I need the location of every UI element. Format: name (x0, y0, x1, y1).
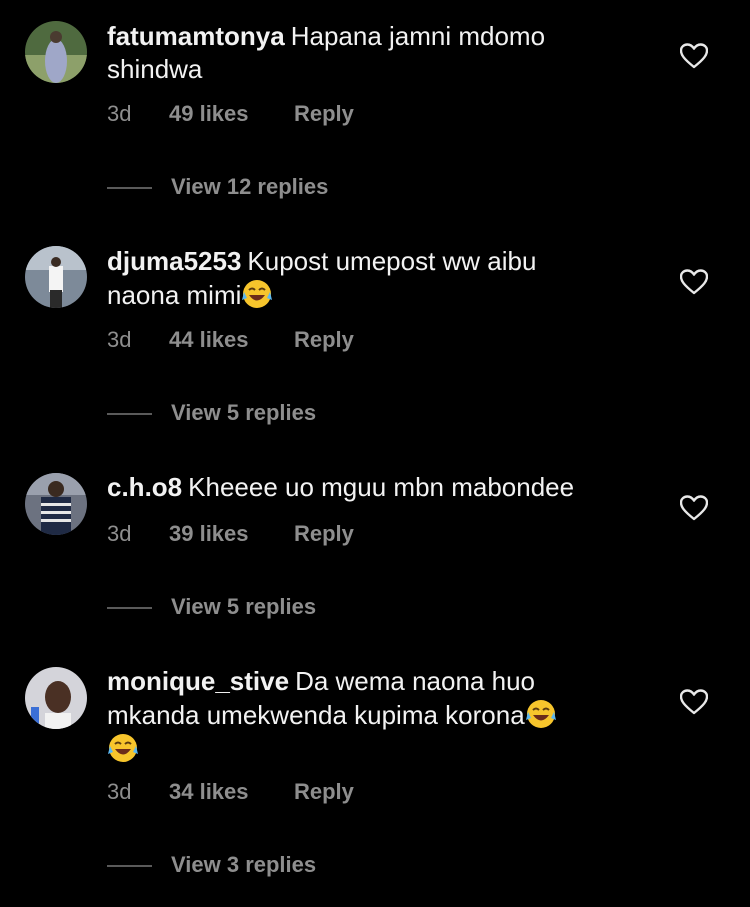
reply-button[interactable]: Reply (294, 327, 354, 353)
reply-button[interactable]: Reply (294, 521, 354, 547)
comment-likes[interactable]: 34 likes (169, 779, 294, 805)
laughing-emoji-icon (525, 700, 556, 728)
view-replies-label: View 12 replies (171, 174, 329, 199)
reply-button[interactable]: Reply (294, 101, 354, 127)
replies-divider (107, 607, 152, 610)
reply-button[interactable]: Reply (294, 779, 354, 805)
view-replies-button[interactable]: View 12 replies (107, 174, 328, 200)
comment-username[interactable]: monique_stive (107, 666, 289, 696)
avatar[interactable] (25, 473, 87, 535)
comment-body: Kheeee uo mguu mbn mabondee (188, 472, 575, 502)
heart-icon[interactable] (680, 689, 708, 715)
comment-meta: 3d 39 likes Reply (107, 521, 354, 547)
view-replies-button[interactable]: View 5 replies (107, 400, 316, 426)
laughing-emoji-icon (242, 280, 273, 308)
avatar[interactable] (25, 21, 87, 83)
comment-text: c.h.o8 Kheeee uo mguu mbn mabondee (107, 471, 607, 504)
comment-username[interactable]: fatumamtonya (107, 21, 285, 51)
comment-meta: 3d 44 likes Reply (107, 327, 354, 353)
comment-meta: 3d 34 likes Reply (107, 779, 354, 805)
view-replies-label: View 5 replies (171, 400, 317, 425)
view-replies-label: View 3 replies (171, 852, 317, 877)
view-replies-label: View 5 replies (171, 594, 317, 619)
comment-username[interactable]: c.h.o8 (107, 472, 182, 502)
view-replies-button[interactable]: View 3 replies (107, 852, 316, 878)
replies-divider (107, 187, 152, 190)
comment-text: fatumamtonya Hapana jamni mdomo shindwa (107, 20, 607, 86)
heart-icon[interactable] (680, 495, 708, 521)
comment-likes[interactable]: 44 likes (169, 327, 294, 353)
view-replies-button[interactable]: View 5 replies (107, 594, 316, 620)
comment-time: 3d (107, 101, 132, 126)
avatar[interactable] (25, 667, 87, 729)
comment-meta: 3d 49 likes Reply (107, 101, 354, 127)
comment-text: djuma5253 Kupost umepost ww aibu naona mi… (107, 245, 607, 312)
comment-likes[interactable]: 49 likes (169, 101, 294, 127)
heart-icon[interactable] (680, 269, 708, 295)
comment-likes[interactable]: 39 likes (169, 521, 294, 547)
replies-divider (107, 413, 152, 416)
replies-divider (107, 865, 152, 868)
comment-time: 3d (107, 779, 132, 804)
comment-username[interactable]: djuma5253 (107, 246, 241, 276)
heart-icon[interactable] (680, 43, 708, 69)
laughing-emoji-icon (108, 734, 138, 762)
comment-time: 3d (107, 327, 132, 352)
comment-text: monique_stive Da wema naona huo mkanda um… (107, 665, 607, 766)
avatar[interactable] (25, 246, 87, 308)
comment-time: 3d (107, 521, 132, 546)
